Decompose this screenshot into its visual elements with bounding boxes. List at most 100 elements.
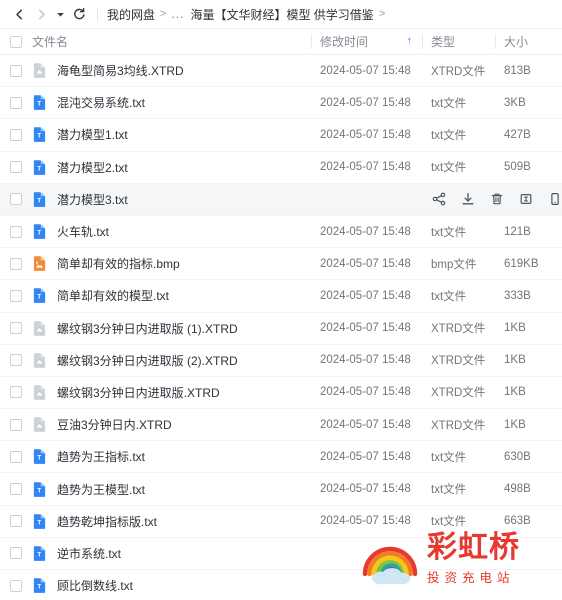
row-select-cell[interactable] <box>0 483 32 496</box>
file-name-label[interactable]: 豆油3分钟日内.XTRD <box>57 416 172 433</box>
breadcrumb-ellipsis[interactable]: ... <box>171 7 184 21</box>
row-select-cell[interactable] <box>0 128 32 141</box>
row-select-cell[interactable] <box>0 257 32 270</box>
table-row[interactable]: T 混沌交易系统.txt 2024-05-07 15:48 txt文件 3KB <box>0 87 562 120</box>
row-checkbox[interactable] <box>10 418 22 431</box>
file-name-label[interactable]: 螺纹钢3分钟日内进取版 (1).XTRD <box>57 320 238 337</box>
row-checkbox[interactable] <box>10 128 22 141</box>
file-name-cell[interactable]: 海龟型简易3均线.XTRD <box>32 62 311 79</box>
history-dropdown-button[interactable] <box>52 3 68 25</box>
table-row[interactable]: 简单却有效的指标.bmp 2024-05-07 15:48 bmp文件 619KB <box>0 248 562 281</box>
select-all-cell[interactable] <box>0 35 32 48</box>
file-name-label[interactable]: 简单却有效的模型.txt <box>57 287 169 304</box>
file-name-cell[interactable]: T 趋势为王指标.txt <box>32 448 311 465</box>
row-checkbox[interactable] <box>10 450 22 463</box>
row-checkbox[interactable] <box>10 161 22 174</box>
file-name-cell[interactable]: T 逆市系统.txt <box>32 545 311 562</box>
file-name-cell[interactable]: 豆油3分钟日内.XTRD <box>32 416 311 433</box>
row-checkbox[interactable] <box>10 579 22 592</box>
table-row[interactable]: T 趋势为王模型.txt 2024-05-07 15:48 txt文件 498B <box>0 473 562 506</box>
select-all-checkbox[interactable] <box>10 35 22 48</box>
row-checkbox[interactable] <box>10 386 22 399</box>
row-select-cell[interactable] <box>0 579 32 592</box>
file-name-cell[interactable]: T 顾比倒数线.txt <box>32 577 311 594</box>
file-name-label[interactable]: 潜力模型3.txt <box>57 191 128 208</box>
row-select-cell[interactable] <box>0 64 32 77</box>
table-row[interactable]: 海龟型简易3均线.XTRD 2024-05-07 15:48 XTRD文件 813B <box>0 55 562 88</box>
row-select-cell[interactable] <box>0 322 32 335</box>
file-name-label[interactable]: 潜力模型2.txt <box>57 159 128 176</box>
row-checkbox[interactable] <box>10 96 22 109</box>
table-row[interactable]: T 潜力模型3.txt <box>0 183 562 216</box>
file-name-label[interactable]: 简单却有效的指标.bmp <box>57 255 180 272</box>
row-select-cell[interactable] <box>0 418 32 431</box>
download-icon[interactable] <box>460 192 475 207</box>
file-name-label[interactable]: 潜力模型1.txt <box>57 126 128 143</box>
row-select-cell[interactable] <box>0 193 32 206</box>
sort-ascending-icon[interactable]: ↑ <box>407 36 413 47</box>
file-name-cell[interactable]: T 混沌交易系统.txt <box>32 94 311 111</box>
file-name-label[interactable]: 螺纹钢3分钟日内进取版.XTRD <box>57 384 220 401</box>
row-select-cell[interactable] <box>0 225 32 238</box>
file-name-label[interactable]: 混沌交易系统.txt <box>57 94 145 111</box>
file-name-cell[interactable]: T 潜力模型1.txt <box>32 126 311 143</box>
table-row[interactable]: T 潜力模型1.txt 2024-05-07 15:48 txt文件 427B <box>0 119 562 152</box>
row-checkbox[interactable] <box>10 193 22 206</box>
file-name-cell[interactable]: T 潜力模型3.txt <box>32 191 423 208</box>
row-select-cell[interactable] <box>0 450 32 463</box>
file-name-label[interactable]: 趋势为王模型.txt <box>57 481 145 498</box>
row-checkbox[interactable] <box>10 289 22 302</box>
column-header-size[interactable]: 大小 <box>496 33 562 50</box>
row-select-cell[interactable] <box>0 515 32 528</box>
breadcrumb-current[interactable]: 海量【文华财经】模型 供学习借鉴 <box>190 6 373 23</box>
rename-icon[interactable] <box>518 192 533 207</box>
row-select-cell[interactable] <box>0 96 32 109</box>
table-row[interactable]: T 潜力模型2.txt 2024-05-07 15:48 txt文件 509B <box>0 151 562 184</box>
row-checkbox[interactable] <box>10 322 22 335</box>
row-select-cell[interactable] <box>0 289 32 302</box>
refresh-button[interactable] <box>68 3 90 25</box>
row-checkbox[interactable] <box>10 515 22 528</box>
column-header-date[interactable]: 修改时间 ↑ <box>312 33 422 50</box>
table-row[interactable]: T 顾比倒数线.txt <box>0 570 562 600</box>
row-select-cell[interactable] <box>0 354 32 367</box>
share-icon[interactable] <box>431 192 446 207</box>
breadcrumb-root[interactable]: 我的网盘 <box>107 6 155 23</box>
table-row[interactable]: T 火车轨.txt 2024-05-07 15:48 txt文件 121B <box>0 215 562 249</box>
file-name-cell[interactable]: T 火车轨.txt <box>32 223 311 240</box>
file-name-label[interactable]: 趋势乾坤指标版.txt <box>57 513 157 530</box>
table-row[interactable]: T 趋势为王指标.txt 2024-05-07 15:48 txt文件 630B <box>0 441 562 474</box>
row-checkbox[interactable] <box>10 257 22 270</box>
file-name-label[interactable]: 海龟型简易3均线.XTRD <box>57 62 184 79</box>
column-header-type[interactable]: 类型 <box>423 33 495 50</box>
mobile-icon[interactable] <box>547 192 562 207</box>
delete-icon[interactable] <box>489 192 504 207</box>
table-row[interactable]: T 逆市系统.txt <box>0 537 562 570</box>
table-row[interactable]: T 趋势乾坤指标版.txt 2024-05-07 15:48 txt文件 663B <box>0 505 562 538</box>
file-name-cell[interactable]: T 趋势为王模型.txt <box>32 481 311 498</box>
file-name-label[interactable]: 逆市系统.txt <box>57 545 121 562</box>
table-row[interactable]: 螺纹钢3分钟日内进取版 (2).XTRD 2024-05-07 15:48 XTRD… <box>0 344 562 377</box>
file-name-label[interactable]: 螺纹钢3分钟日内进取版 (2).XTRD <box>57 352 238 369</box>
table-row[interactable]: 螺纹钢3分钟日内进取版.XTRD 2024-05-07 15:48 XTRD文件 1K… <box>0 376 562 410</box>
row-checkbox[interactable] <box>10 547 22 560</box>
table-row[interactable]: 豆油3分钟日内.XTRD 2024-05-07 15:48 XTRD文件 1KB <box>0 409 562 442</box>
table-row[interactable]: 螺纹钢3分钟日内进取版 (1).XTRD 2024-05-07 15:48 XTRD… <box>0 312 562 345</box>
file-name-label[interactable]: 趋势为王指标.txt <box>57 448 145 465</box>
file-name-cell[interactable]: T 潜力模型2.txt <box>32 159 311 176</box>
row-select-cell[interactable] <box>0 161 32 174</box>
row-checkbox[interactable] <box>10 354 22 367</box>
column-header-name[interactable]: 文件名 <box>32 33 311 50</box>
file-name-cell[interactable]: 螺纹钢3分钟日内进取版 (1).XTRD <box>32 320 311 337</box>
back-button[interactable] <box>8 3 30 25</box>
file-name-cell[interactable]: T 简单却有效的模型.txt <box>32 287 311 304</box>
file-name-label[interactable]: 火车轨.txt <box>57 223 109 240</box>
row-checkbox[interactable] <box>10 64 22 77</box>
file-name-cell[interactable]: T 趋势乾坤指标版.txt <box>32 513 311 530</box>
file-name-cell[interactable]: 简单却有效的指标.bmp <box>32 255 311 272</box>
row-select-cell[interactable] <box>0 386 32 399</box>
row-checkbox[interactable] <box>10 483 22 496</box>
file-name-cell[interactable]: 螺纹钢3分钟日内进取版 (2).XTRD <box>32 352 311 369</box>
file-name-label[interactable]: 顾比倒数线.txt <box>57 577 133 594</box>
file-name-cell[interactable]: 螺纹钢3分钟日内进取版.XTRD <box>32 384 311 401</box>
